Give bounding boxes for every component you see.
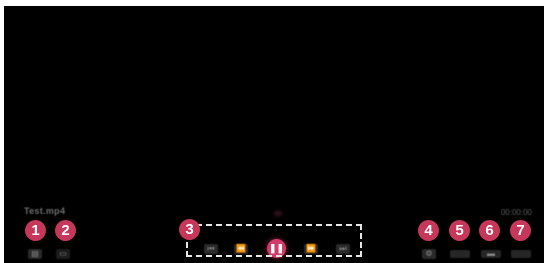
- callout-badge-2: 2: [55, 220, 76, 241]
- time-readout: 00:00:00: [500, 208, 532, 217]
- callout-badge-1: 1: [25, 220, 46, 241]
- callout-badge-5: 5: [449, 220, 470, 241]
- more-options-button[interactable]: ▬: [481, 250, 501, 258]
- playlist-button[interactable]: ▤: [28, 249, 42, 259]
- repeat-button[interactable]: [450, 250, 470, 258]
- subtitle-button[interactable]: ▭: [56, 249, 70, 259]
- progress-indicator: [274, 211, 282, 216]
- settings-button[interactable]: ⚙: [422, 249, 436, 259]
- subtitle-icon: ▭: [59, 249, 67, 258]
- callout-badge-6: 6: [479, 220, 500, 241]
- playlist-icon: ▤: [31, 249, 39, 258]
- playback-controls-highlight: [186, 224, 362, 257]
- callout-badge-4: 4: [418, 220, 439, 241]
- close-button[interactable]: [511, 250, 531, 258]
- more-options-icon: ▬: [487, 249, 495, 258]
- file-name-label: Test.mp4: [24, 206, 66, 216]
- settings-icon: ⚙: [425, 249, 433, 258]
- callout-badge-7: 7: [510, 220, 531, 241]
- callout-badge-3: 3: [179, 219, 200, 240]
